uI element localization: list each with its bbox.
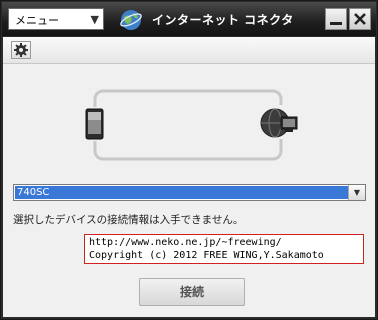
main-panel: 740SC ▼ 選択したデバイスの接続情報は入手できません。 http://ww… xyxy=(3,37,375,317)
connection-diagram xyxy=(81,83,299,167)
device-select-value: 740SC xyxy=(15,186,349,199)
app-window: メニュー ▼ インターネット コネクタ 740SC ▼ 選択したデバイスの接続情… xyxy=(0,0,378,320)
close-button[interactable] xyxy=(349,8,371,30)
globe-icon xyxy=(119,8,143,32)
credit-copyright: Copyright (c) 2012 FREE WING,Y.Sakamoto xyxy=(89,249,324,261)
chevron-down-icon[interactable]: ▼ xyxy=(348,185,365,200)
toolbar xyxy=(3,37,375,64)
close-icon xyxy=(354,13,366,25)
credit-box: http://www.neko.ne.jp/~freewing/ Copyrig… xyxy=(84,234,364,264)
menu-dropdown[interactable]: メニュー ▼ xyxy=(8,8,104,30)
credit-url: http://www.neko.ne.jp/~freewing/ xyxy=(89,237,282,248)
settings-button[interactable] xyxy=(11,41,31,59)
minimize-button[interactable] xyxy=(325,8,347,30)
connect-button[interactable]: 接続 xyxy=(139,278,245,306)
gear-icon xyxy=(14,43,28,57)
status-message: 選択したデバイスの接続情報は入手できません。 xyxy=(13,214,244,226)
device-select[interactable]: 740SC ▼ xyxy=(13,184,366,201)
minimize-icon xyxy=(330,22,342,25)
app-title: インターネット コネクタ xyxy=(152,13,294,27)
title-bar: メニュー ▼ インターネット コネクタ xyxy=(2,2,376,36)
chevron-down-icon: ▼ xyxy=(90,13,99,26)
globe-computer-icon xyxy=(259,105,299,139)
phone-icon xyxy=(83,107,107,141)
menu-dropdown-label: メニュー xyxy=(15,14,59,27)
